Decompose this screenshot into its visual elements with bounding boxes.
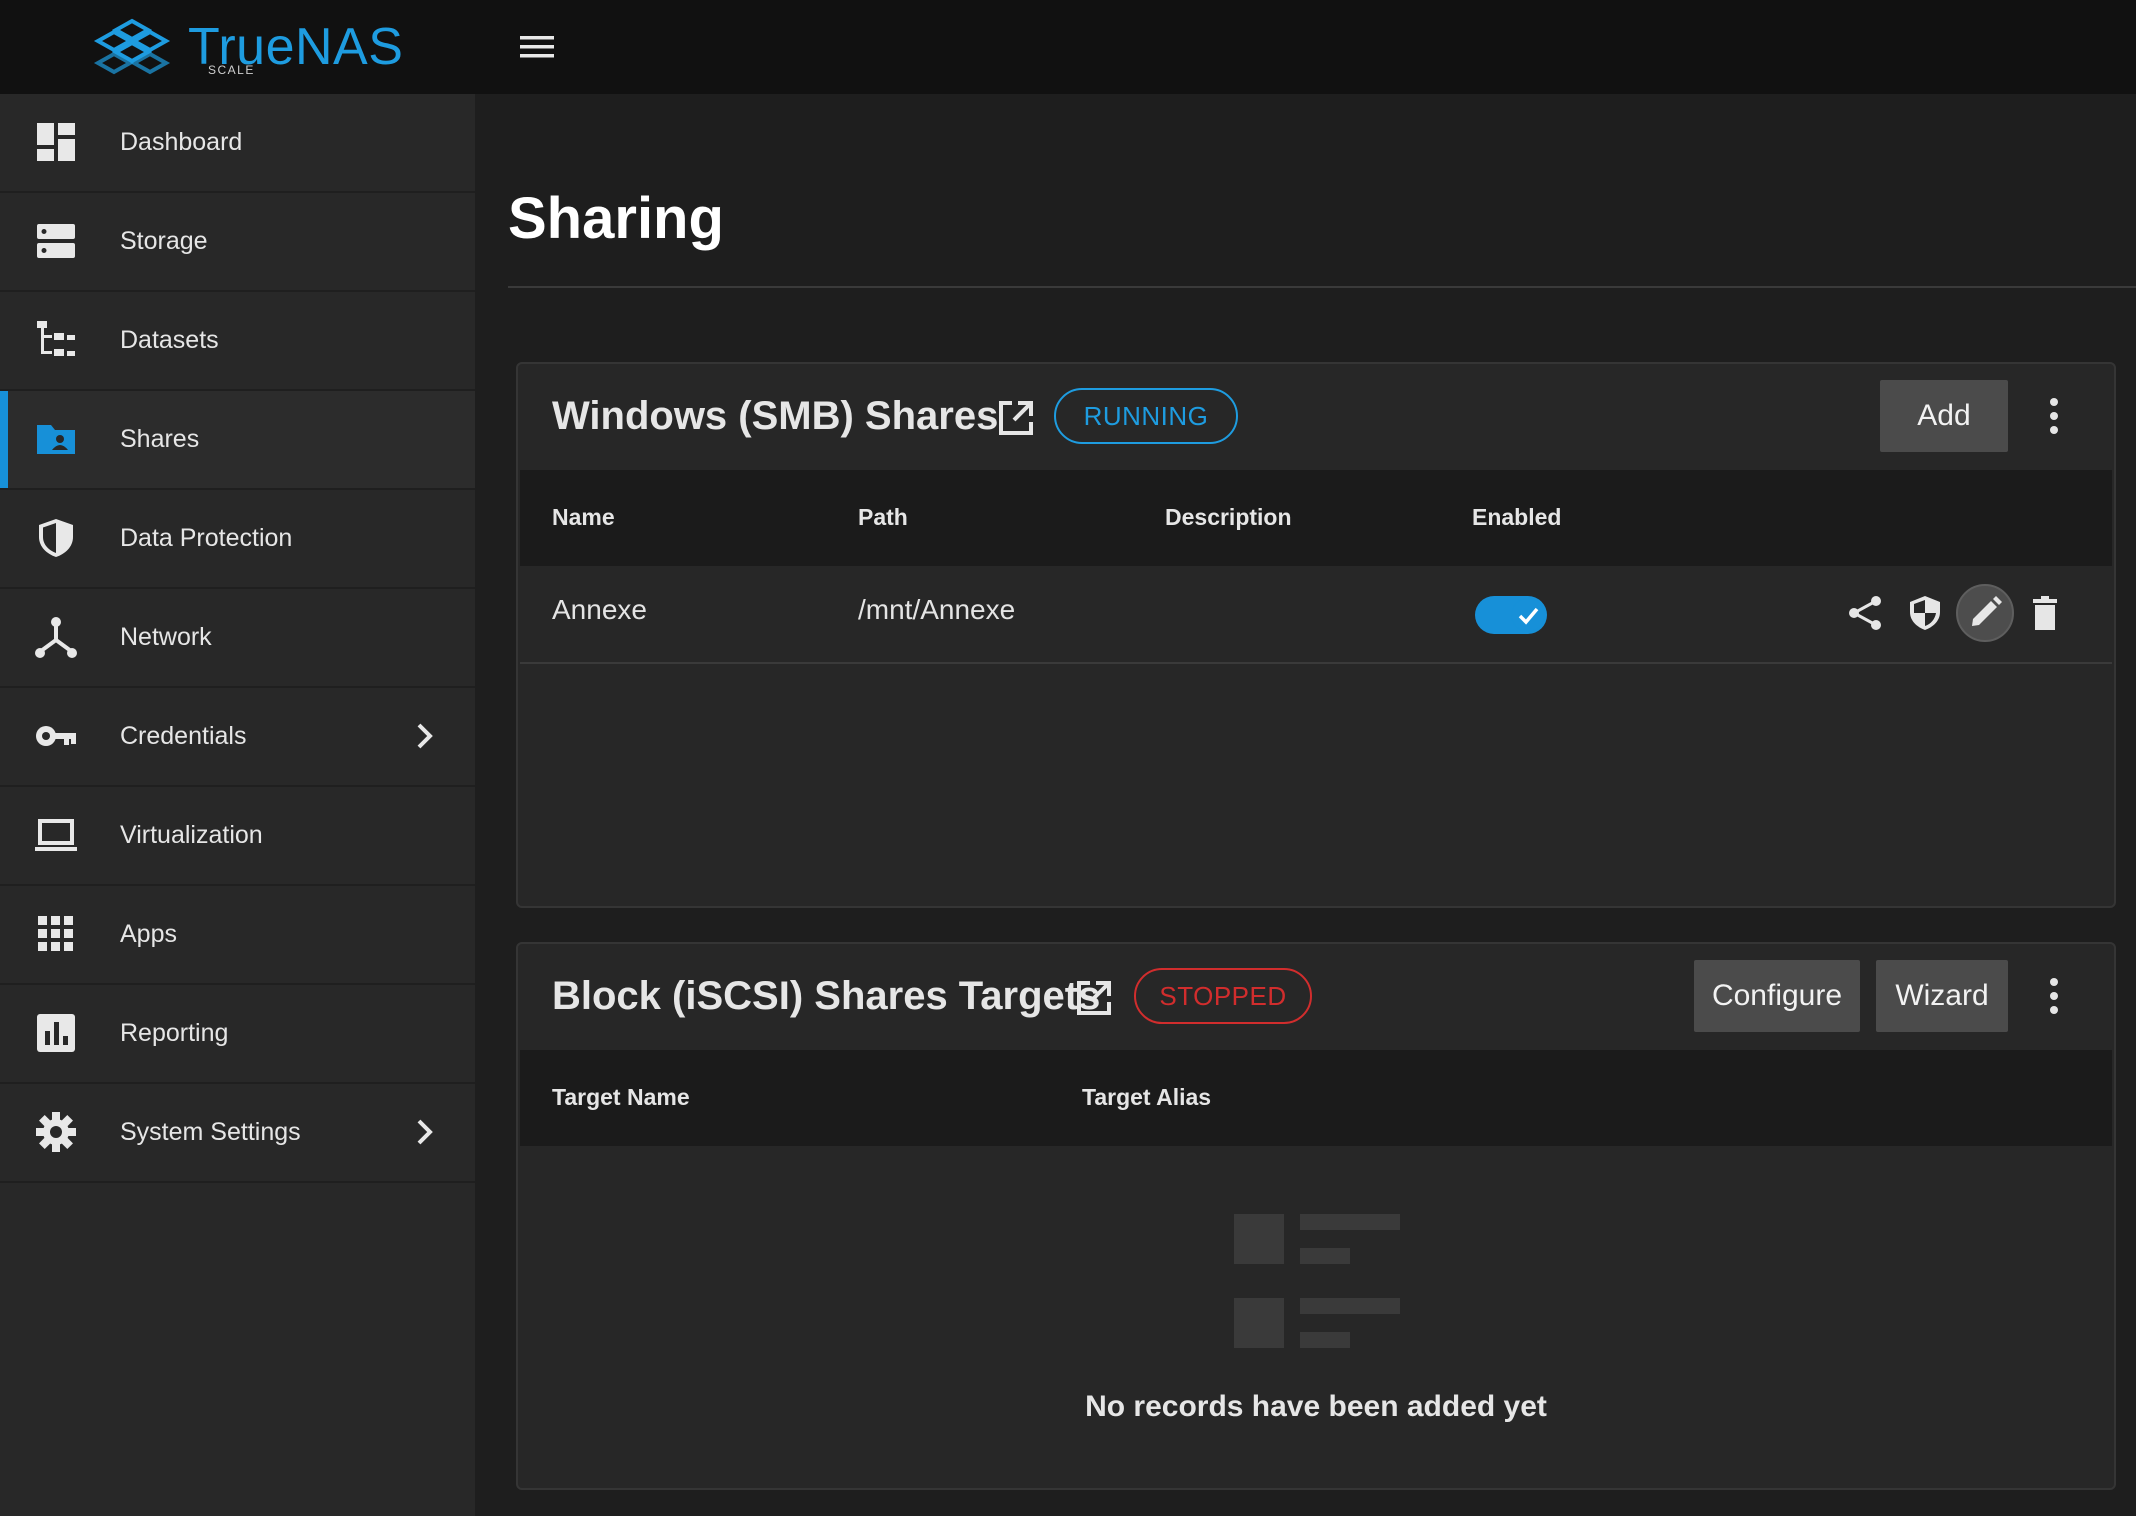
pencil-icon xyxy=(1972,596,2002,626)
column-header-name: Name xyxy=(552,504,615,530)
sidebar-item-label: Credentials xyxy=(120,722,247,750)
configure-button[interactable]: Configure xyxy=(1694,960,1860,1032)
security-shield-icon xyxy=(1910,596,1940,630)
sidebar-item-apps[interactable]: Apps xyxy=(0,886,475,985)
sidebar: Dashboard Storage Datasets Shares Data P… xyxy=(0,94,475,1516)
shield-icon xyxy=(39,519,73,557)
sidebar-item-virtualization[interactable]: Virtualization xyxy=(0,787,475,886)
column-header-target-alias: Target Alias xyxy=(1082,1084,1212,1110)
sidebar-item-reporting[interactable]: Reporting xyxy=(0,985,475,1084)
sidebar-item-shares[interactable]: Shares xyxy=(0,391,475,490)
add-share-button[interactable]: Add xyxy=(1880,380,2008,452)
key-icon xyxy=(36,726,76,746)
open-in-new-icon[interactable] xyxy=(996,398,1036,438)
empty-list-icon xyxy=(1234,1214,1400,1348)
column-header-description: Description xyxy=(1165,504,1292,530)
dashboard-icon xyxy=(37,123,75,161)
edit-button[interactable] xyxy=(1956,584,2014,642)
iscsi-card-title: Block (iSCSI) Shares Targets xyxy=(552,974,1101,1018)
shares-icon xyxy=(37,425,75,454)
truenas-logo-icon xyxy=(93,18,171,75)
top-bar: TrueNAS SCALE xyxy=(0,0,2136,94)
network-icon xyxy=(35,617,77,658)
column-header-path: Path xyxy=(858,504,908,530)
check-icon xyxy=(1512,599,1544,631)
truenas-logo[interactable]: TrueNAS SCALE xyxy=(90,12,403,82)
iscsi-status-badge: STOPPED xyxy=(1134,968,1312,1024)
sidebar-item-label: Datasets xyxy=(120,326,219,354)
page-title: Sharing xyxy=(508,186,724,251)
apps-grid-icon xyxy=(38,916,73,951)
hamburger-menu-button[interactable] xyxy=(512,28,562,66)
iscsi-targets-card: Block (iSCSI) Shares Targets STOPPED Con… xyxy=(516,942,2116,1490)
smb-status-badge: RUNNING xyxy=(1054,388,1238,444)
sidebar-item-datasets[interactable]: Datasets xyxy=(0,292,475,391)
sidebar-item-dashboard[interactable]: Dashboard xyxy=(0,94,475,193)
iscsi-table-header: Target Name Target Alias xyxy=(520,1050,2112,1146)
sidebar-item-label: Virtualization xyxy=(120,821,263,849)
sidebar-item-credentials[interactable]: Credentials xyxy=(0,688,475,787)
share-path: /mnt/Annexe xyxy=(858,594,1016,625)
sidebar-item-label: Reporting xyxy=(120,1019,229,1047)
smb-card-title: Windows (SMB) Shares xyxy=(552,394,999,438)
table-row: Annexe /mnt/Annexe xyxy=(520,566,2112,664)
sidebar-item-label: Apps xyxy=(120,920,177,948)
laptop-icon xyxy=(35,819,77,851)
logo-text: TrueNAS SCALE xyxy=(188,18,404,77)
more-vert-icon[interactable] xyxy=(2044,394,2064,438)
storage-icon xyxy=(37,224,75,258)
open-in-new-icon[interactable] xyxy=(1074,978,1114,1018)
gear-icon xyxy=(36,1112,76,1152)
smb-shares-card: Windows (SMB) Shares RUNNING Add Name Pa… xyxy=(516,362,2116,908)
wizard-button[interactable]: Wizard xyxy=(1876,960,2008,1032)
more-vert-icon[interactable] xyxy=(2044,974,2064,1018)
enabled-toggle[interactable] xyxy=(1475,596,1547,634)
sidebar-item-storage[interactable]: Storage xyxy=(0,193,475,292)
sidebar-item-label: Network xyxy=(120,623,212,651)
column-header-target-name: Target Name xyxy=(552,1084,690,1110)
sidebar-item-data-protection[interactable]: Data Protection xyxy=(0,490,475,589)
sidebar-item-label: Storage xyxy=(120,227,208,255)
sidebar-item-label: Dashboard xyxy=(120,128,243,156)
empty-state-message: No records have been added yet xyxy=(1085,1390,1547,1423)
datasets-icon xyxy=(37,321,75,356)
column-header-enabled: Enabled xyxy=(1472,504,1562,530)
permissions-button[interactable] xyxy=(1900,588,1950,638)
share-icon xyxy=(1849,596,1881,630)
logo-edition: SCALE xyxy=(208,63,255,77)
sidebar-item-network[interactable]: Network xyxy=(0,589,475,688)
share-name: Annexe xyxy=(552,594,647,625)
delete-button[interactable] xyxy=(2020,588,2070,638)
chevron-right-icon xyxy=(417,1119,433,1145)
share-button[interactable] xyxy=(1840,588,1890,638)
trash-icon xyxy=(2033,596,2057,630)
hamburger-icon xyxy=(520,36,554,58)
title-divider xyxy=(508,286,2136,288)
sidebar-item-label: System Settings xyxy=(120,1118,301,1146)
sidebar-item-label: Data Protection xyxy=(120,524,293,552)
chevron-right-icon xyxy=(417,723,433,749)
smb-table-header: Name Path Description Enabled xyxy=(520,470,2112,566)
sidebar-item-system-settings[interactable]: System Settings xyxy=(0,1084,475,1183)
toggle-knob xyxy=(1511,598,1545,632)
sidebar-item-label: Shares xyxy=(120,425,200,453)
reporting-icon xyxy=(37,1014,75,1052)
